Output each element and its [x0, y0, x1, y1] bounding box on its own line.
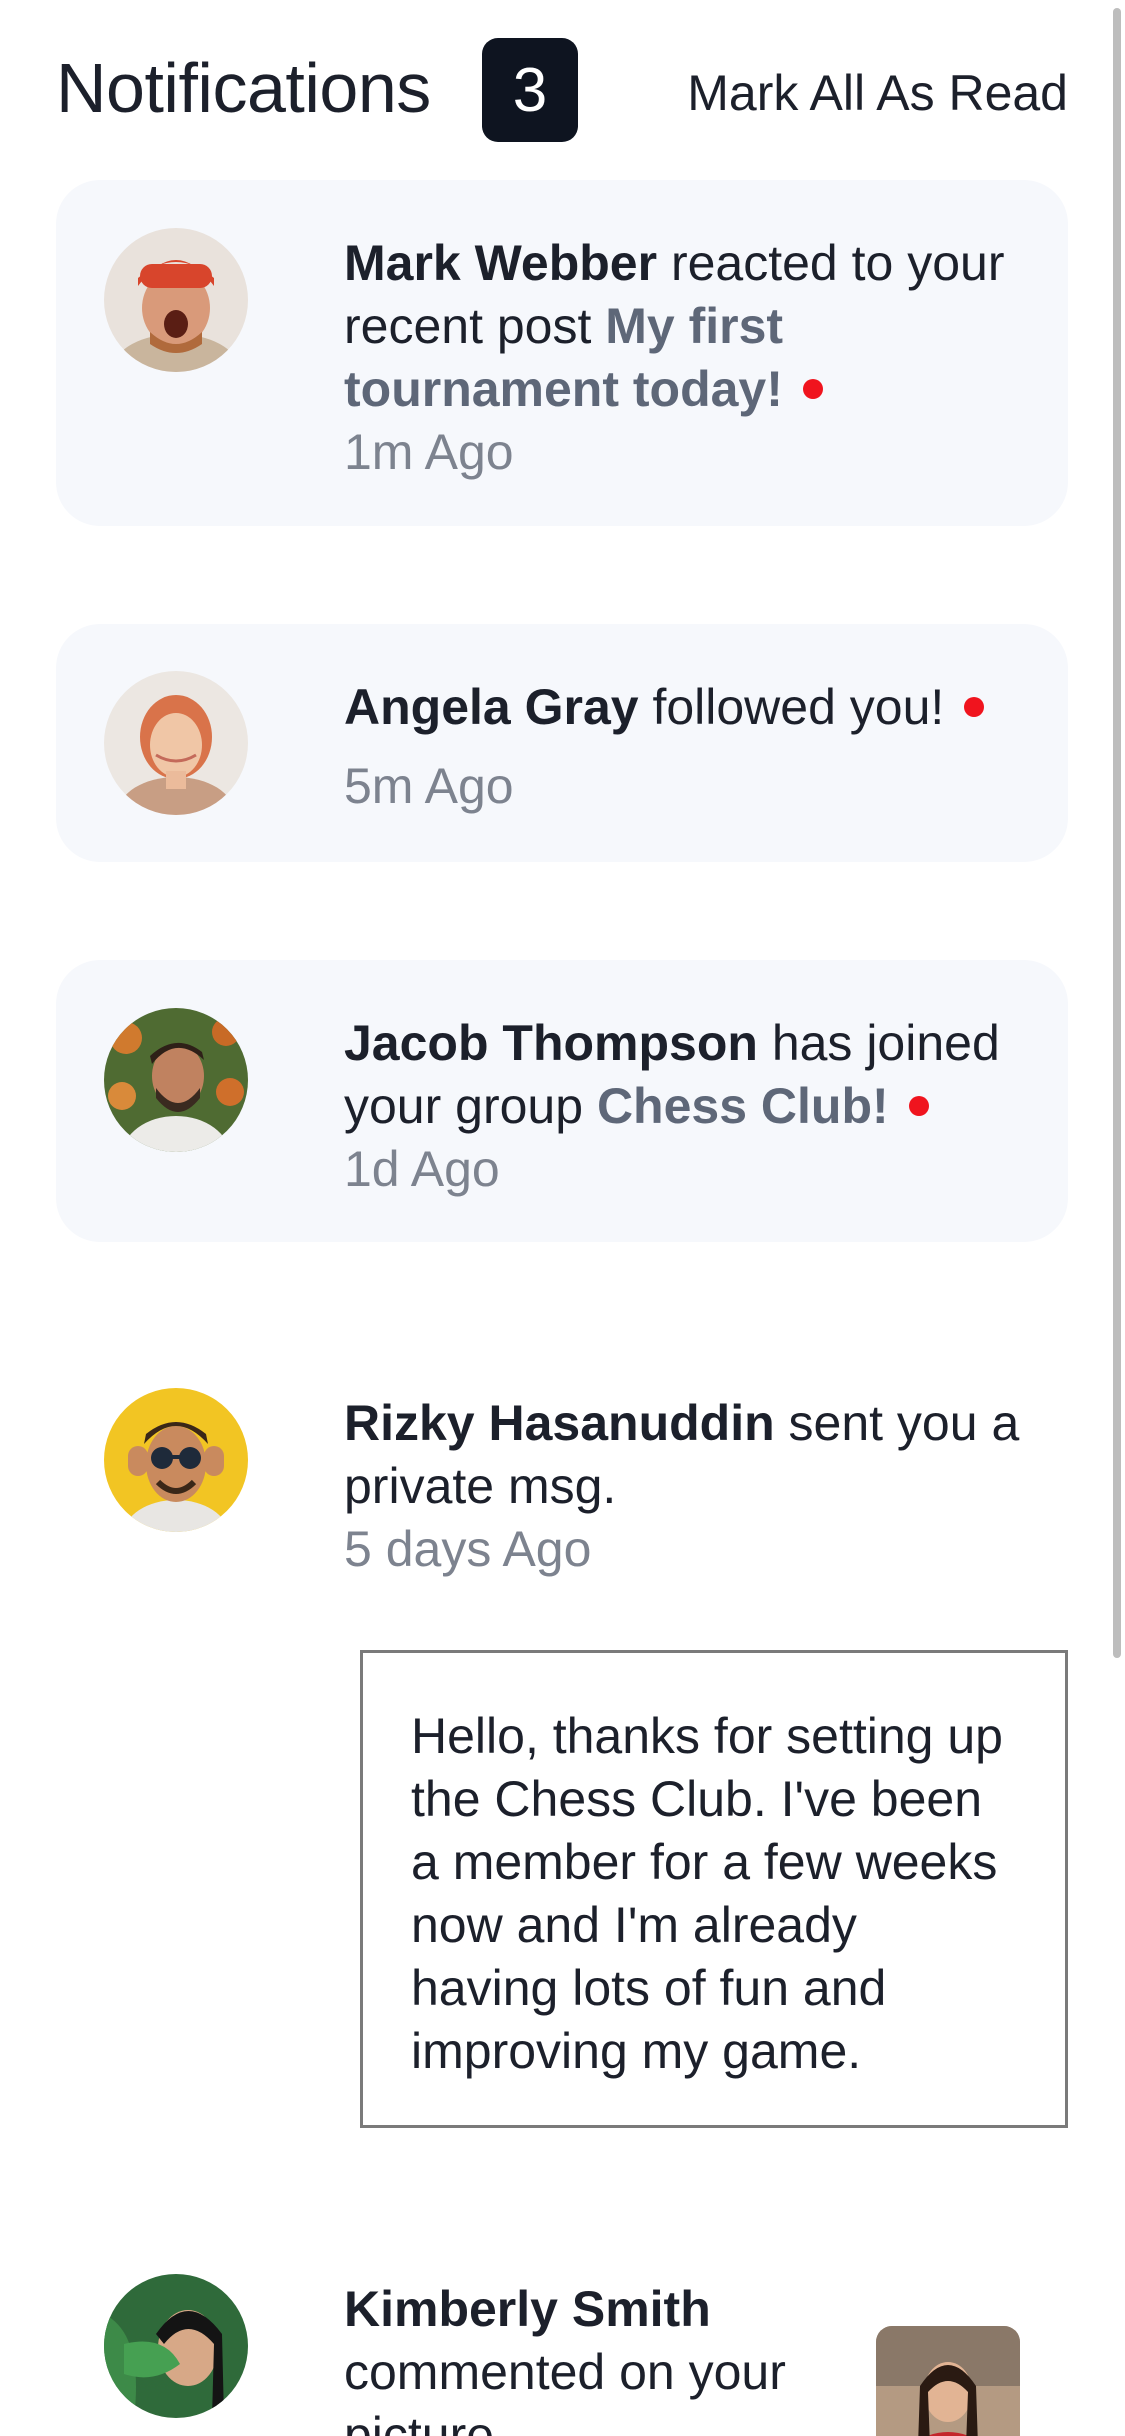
user-name-link[interactable]: Mark Webber: [344, 235, 657, 291]
notification-time: 1d Ago: [344, 1141, 500, 1197]
header: Notifications 3 Mark All As Read: [56, 38, 1068, 142]
notification-text: Jacob Thompson has joined your group Che…: [344, 1012, 1028, 1201]
notification-text: Rizky Hasanuddin sent you a private msg.…: [344, 1392, 1028, 1581]
notifications-page: Notifications 3 Mark All As Read Mark We…: [0, 0, 1110, 2436]
unread-dot-icon: [802, 378, 823, 399]
notification-time: 5m Ago: [344, 758, 514, 814]
user-name-link[interactable]: Rizky Hasanuddin: [344, 1395, 775, 1451]
user-name-link[interactable]: Angela Gray: [344, 679, 639, 735]
unread-dot-icon: [964, 696, 985, 717]
avatar-jacob-thompson[interactable]: [104, 1008, 248, 1152]
notification-text: Mark Webber reacted to your recent post …: [344, 232, 1028, 484]
group-link[interactable]: Chess Club!: [597, 1078, 889, 1134]
notification-action: commented on your picture: [344, 2344, 786, 2436]
user-name-link[interactable]: Jacob Thompson: [344, 1015, 758, 1071]
picture-thumbnail[interactable]: [876, 2326, 1020, 2436]
avatar-kimberly-smith[interactable]: [104, 2274, 248, 2418]
avatar-rizky-hasanuddin[interactable]: [104, 1388, 248, 1532]
user-name-link[interactable]: Kimberly Smith: [344, 2281, 711, 2337]
avatar-angela-gray[interactable]: [104, 671, 248, 815]
notification-card-rizky-hasanuddin[interactable]: Rizky Hasanuddin sent you a private msg.…: [56, 1340, 1068, 1606]
avatar-mark-webber[interactable]: [104, 228, 248, 372]
unread-count-badge: 3: [482, 38, 578, 142]
private-message-preview[interactable]: Hello, thanks for setting up the Chess C…: [360, 1650, 1068, 2128]
notification-card-angela-gray[interactable]: Angela Gray followed you! 5m Ago: [56, 624, 1068, 862]
notification-time: 5 days Ago: [344, 1521, 592, 1577]
notification-card-mark-webber[interactable]: Mark Webber reacted to your recent post …: [56, 180, 1068, 526]
notification-card-jacob-thompson[interactable]: Jacob Thompson has joined your group Che…: [56, 960, 1068, 1242]
scrollbar[interactable]: [1113, 8, 1121, 1658]
notification-text: Kimberly Smith commented on your picture: [344, 2278, 868, 2436]
page-title: Notifications: [56, 49, 431, 127]
unread-dot-icon: [908, 1095, 929, 1116]
notification-time: 1m Ago: [344, 424, 514, 480]
notification-text: Angela Gray followed you! 5m Ago: [344, 676, 1028, 818]
mark-all-as-read-button[interactable]: Mark All As Read: [687, 64, 1068, 122]
notification-action: followed you!: [638, 679, 945, 735]
